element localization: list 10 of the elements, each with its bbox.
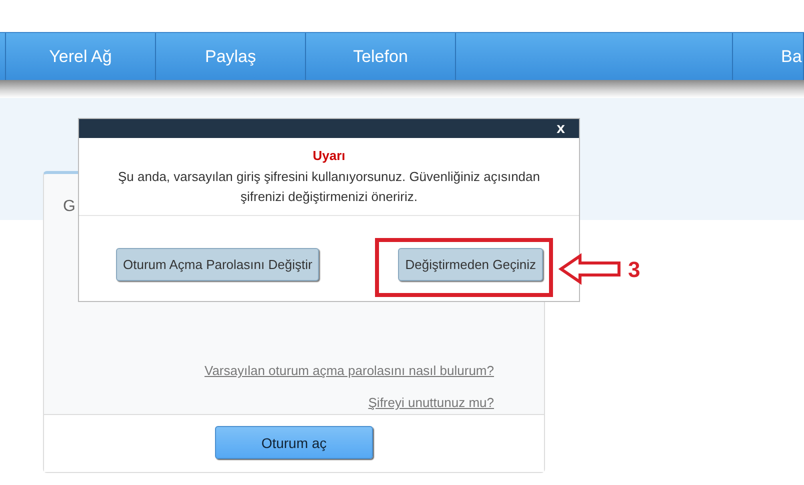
close-button[interactable]: x — [556, 120, 565, 137]
dialog-button[interactable]: Oturum Açma Parolasını Değiştir — [116, 248, 320, 281]
dialog-heading: Uyarı — [312, 148, 346, 163]
card-title: G — [63, 198, 76, 216]
login-button[interactable]: Oturum aç — [215, 426, 373, 459]
dialog-button[interactable]: Değiştirmeden Geçiniz — [398, 248, 543, 281]
help-link[interactable]: Varsayılan oturum açma parolasını nasıl bulurum? — [204, 363, 494, 378]
help-link[interactable]: Şifreyi unuttunuz mu? — [368, 395, 494, 410]
step-number: 3 — [628, 257, 640, 283]
dialog-message: Şu anda, varsayılan giriş şifresini kullanıyorsunuz. Güvenliğiniz açısından şifrenizi değiştirmenizi öneririz. — [117, 168, 541, 206]
